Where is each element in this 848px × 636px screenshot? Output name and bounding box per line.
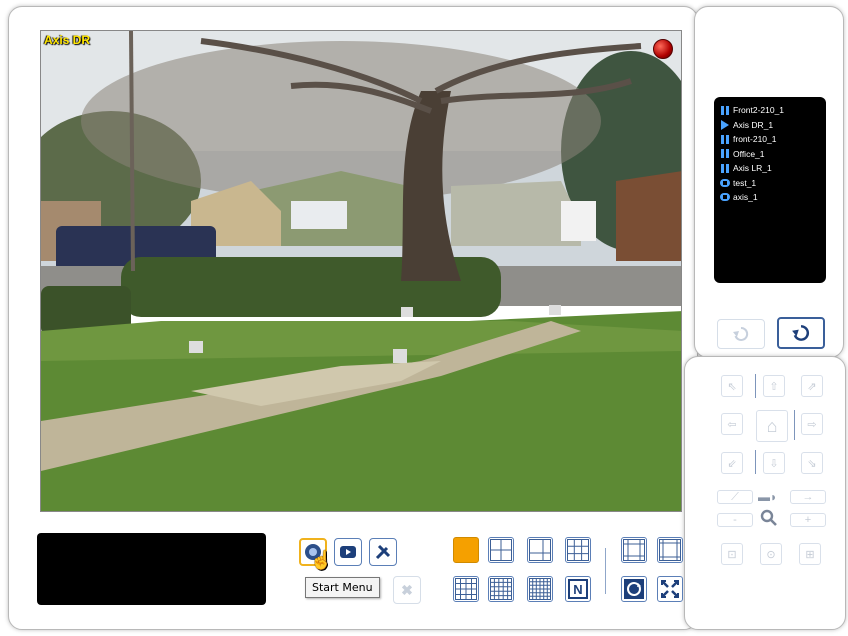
ptz-divider <box>755 450 756 474</box>
ptz-left-button[interactable]: ⇦ <box>721 413 743 435</box>
focus-far-button[interactable]: → <box>790 490 826 504</box>
camera-list-label: Axis LR_1 <box>733 163 772 174</box>
ptz-up-right-button[interactable]: ⇗ <box>801 375 823 397</box>
ptz-up-button[interactable]: ⇧ <box>763 375 785 397</box>
magnifier-icon <box>760 509 778 532</box>
fit-view-button[interactable]: ⊡ <box>721 543 743 565</box>
record-icon <box>720 178 730 187</box>
ptz-home-button[interactable]: ⌂ <box>756 410 788 442</box>
record-icon <box>720 193 730 202</box>
grid-1plus3-icon <box>529 539 551 561</box>
sequence-icon <box>624 579 644 599</box>
playback-button[interactable] <box>334 538 362 566</box>
fullscreen-button[interactable] <box>657 576 683 602</box>
grid-3x3-icon <box>567 539 589 561</box>
camera-video-view[interactable]: Axis DR <box>40 30 682 512</box>
refresh-button[interactable] <box>777 317 825 349</box>
pause-icon <box>720 149 730 159</box>
grid-4x4-icon <box>455 578 477 600</box>
layout-3x3-button[interactable] <box>565 537 591 563</box>
layout-5x5-button[interactable] <box>488 576 514 602</box>
camera-list-label: Office_1 <box>733 148 765 159</box>
start-menu-tooltip: Start Menu <box>305 577 380 598</box>
pause-icon <box>720 105 730 115</box>
tools-icon <box>375 544 391 560</box>
camera-list-label: Front2-210_1 <box>733 105 785 116</box>
grid-5x5-icon <box>490 578 512 600</box>
camera-list-label: axis_1 <box>733 192 758 203</box>
camera-list-item[interactable]: axis_1 <box>720 190 826 205</box>
zoom-out-button[interactable]: - <box>717 513 753 527</box>
expand-view-button[interactable]: ⊞ <box>799 543 821 565</box>
play-icon <box>720 119 730 130</box>
ptz-right-button[interactable]: ⇨ <box>801 413 823 435</box>
record-indicator-icon <box>653 39 673 59</box>
close-icon: ✖ <box>401 581 413 598</box>
tools-button[interactable] <box>369 538 397 566</box>
layout-n-label: N <box>568 579 588 599</box>
grid-1plus7-icon <box>659 539 681 561</box>
undo-icon <box>733 326 749 341</box>
fullscreen-icon <box>661 580 679 598</box>
camera-list-item[interactable]: front-210_1 <box>720 132 826 147</box>
camera-list-item[interactable]: Office_1 <box>720 147 826 162</box>
layout-2x2-button[interactable] <box>488 537 514 563</box>
layout-1plus3-button[interactable] <box>527 537 553 563</box>
layout-6x6-button[interactable] <box>527 576 553 602</box>
undo-button[interactable] <box>717 319 765 349</box>
camera-scene-image <box>41 31 681 511</box>
camera-list: Front2-210_1 Axis DR_1 front-210_1 Office_1… <box>714 97 826 283</box>
info-display <box>37 533 266 605</box>
grid-6x6-icon <box>529 578 551 600</box>
camera-list-item[interactable]: Axis LR_1 <box>720 161 826 176</box>
camera-list-label: Axis DR_1 <box>733 119 774 130</box>
ptz-down-left-button[interactable]: ⇙ <box>721 452 743 474</box>
layout-1plus7-button[interactable] <box>657 537 683 563</box>
ptz-down-right-button[interactable]: ⇘ <box>801 452 823 474</box>
camera-list-label: test_1 <box>733 177 757 188</box>
playback-icon <box>340 546 356 558</box>
toolbar-divider <box>605 548 606 594</box>
ptz-up-left-button[interactable]: ⇖ <box>721 375 743 397</box>
ptz-down-button[interactable]: ⇩ <box>763 452 785 474</box>
focus-icon: ▬◗ <box>758 490 778 504</box>
camera-list-item[interactable]: Front2-210_1 <box>720 103 826 118</box>
pause-icon <box>720 163 730 173</box>
sequence-button[interactable] <box>621 576 647 602</box>
close-button[interactable]: ✖ <box>393 576 421 604</box>
layout-single-button[interactable] <box>453 537 479 563</box>
focus-near-button[interactable]: ⟋ <box>717 490 753 504</box>
layout-4x4-button[interactable] <box>453 576 479 602</box>
camera-list-label: front-210_1 <box>733 134 777 145</box>
layout-1plus5-button[interactable] <box>621 537 647 563</box>
zoom-in-button[interactable]: + <box>790 513 826 527</box>
camera-name-label: Axis DR <box>44 33 91 47</box>
refresh-icon <box>792 325 810 341</box>
layout-custom-n-button[interactable]: N <box>565 576 591 602</box>
grid-1plus5-icon <box>623 539 645 561</box>
ptz-divider <box>755 374 756 398</box>
camera-list-item[interactable]: Axis DR_1 <box>720 118 826 133</box>
hand-cursor-icon: ☝ <box>310 550 333 570</box>
grid-2x2-icon <box>490 539 512 561</box>
ptz-divider <box>794 410 795 440</box>
camera-list-item[interactable]: test_1 <box>720 176 826 191</box>
center-view-button[interactable]: ⊙ <box>760 543 782 565</box>
pause-icon <box>720 134 730 144</box>
